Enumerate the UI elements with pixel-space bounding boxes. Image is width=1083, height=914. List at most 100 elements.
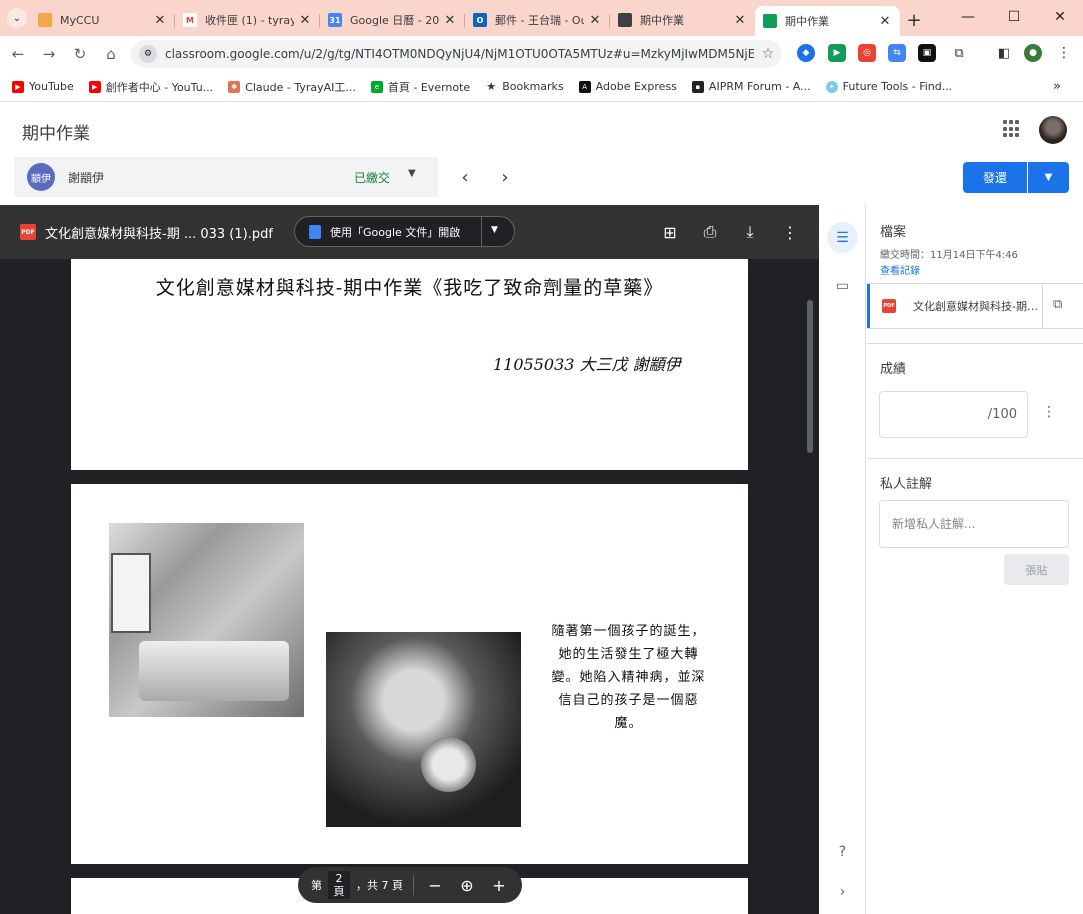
reload-icon[interactable]: ↻	[67, 41, 93, 67]
attached-file[interactable]: PDF 文化創意媒材與科技-期中作業 ⧉	[867, 283, 1083, 329]
download-icon[interactable]: ⤓	[739, 221, 761, 243]
bookmark-bookmarks[interactable]: ★ Bookmarks	[485, 80, 564, 93]
chevron-down-icon[interactable]: ▼	[408, 168, 416, 179]
close-icon[interactable]: ✕	[588, 13, 602, 28]
google-docs-icon	[309, 224, 321, 239]
extensions-puzzle-icon[interactable]: ⧉	[950, 44, 968, 62]
extension-icon[interactable]: ◎	[858, 44, 876, 62]
url-text[interactable]: classroom.google.com/u/2/g/tg/NTI4OTM0ND…	[165, 47, 754, 61]
grade-denominator: /100	[987, 407, 1017, 422]
evernote-icon: e	[370, 80, 383, 93]
attached-file-name: 文化創意媒材與科技-期中作業	[913, 300, 1038, 313]
calendar-icon: 31	[328, 13, 342, 27]
submitted-time: 繳交時間：11月14日下午4:46	[880, 250, 1018, 261]
window-close-icon[interactable]: ✕	[1037, 0, 1083, 34]
bookmark-creator-studio[interactable]: ▶ 創作者中心 - YouTu...	[88, 79, 213, 95]
more-options-icon[interactable]: ⋮	[779, 221, 801, 243]
document-author: 11055033 大三戊 謝顓伊	[493, 355, 681, 374]
tab-assignment[interactable]: 期中作業 ✕	[610, 6, 755, 34]
bookmark-future-tools[interactable]: ✦ Future Tools - Find...	[825, 80, 952, 93]
pdf-icon: PDF	[20, 224, 36, 240]
details-icon[interactable]: ☰	[827, 222, 858, 253]
student-selector[interactable]: 顓伊 謝顓伊 已繳交 ▼	[14, 157, 438, 197]
close-icon[interactable]: ✕	[733, 13, 747, 28]
pdf-viewer: PDF 文化創意媒材與科技-期 ... 033 (1).pdf 使用「Googl…	[0, 205, 819, 914]
tab-calendar[interactable]: 31 Google 日曆 - 202 ✕	[320, 6, 465, 34]
side-panel-icon[interactable]: ◧	[995, 44, 1013, 62]
future-tools-icon: ✦	[825, 80, 838, 93]
close-icon[interactable]: ✕	[878, 14, 892, 29]
tab-strip: ⌄ MyCCU ✕ M 收件匣 (1) - tyrayv ✕ 31 Google…	[0, 0, 1083, 36]
forward-icon[interactable]: →	[36, 41, 62, 67]
open-with-docs-button[interactable]: 使用「Google 文件」開啟 ▼	[294, 216, 515, 247]
site-info-icon[interactable]: ⚙	[139, 45, 157, 63]
address-bar[interactable]: ⚙ classroom.google.com/u/2/g/tg/NTI4OTM0…	[131, 40, 782, 68]
student-name: 謝顓伊	[68, 170, 105, 185]
close-icon[interactable]: ✕	[443, 13, 457, 28]
mother-and-baby-illustration	[326, 632, 521, 827]
bookmark-claude[interactable]: ✱ Claude - TyrayAI工...	[228, 79, 356, 95]
back-icon[interactable]: ←	[5, 41, 31, 67]
next-student-icon[interactable]: ›	[493, 165, 517, 189]
avatar[interactable]	[1039, 116, 1067, 144]
zoom-out-icon[interactable]: −	[424, 876, 446, 895]
bookmark-evernote[interactable]: e 首頁 - Evernote	[370, 79, 470, 95]
open-in-new-icon[interactable]: ⧉	[1053, 297, 1062, 312]
extension-icon[interactable]: ◆	[797, 44, 815, 62]
close-icon[interactable]: ✕	[153, 13, 167, 28]
add-comment-icon[interactable]: ⊞	[659, 221, 681, 243]
grade-options-icon[interactable]: ⋮	[1042, 404, 1056, 420]
more-bookmarks-icon[interactable]: »	[1053, 79, 1061, 94]
chevron-down-icon[interactable]: ▼	[491, 225, 498, 235]
view-history-link[interactable]: 查看記錄	[880, 262, 920, 277]
private-comment-heading: 私人註解	[880, 477, 933, 492]
page-caption: 隨著第一個孩子的誕生，她的生活發生了極大轉變。她陷入精神病，並深信自己的孩子是一…	[551, 624, 706, 731]
bookmarks-bar: ▶ YouTube ▶ 創作者中心 - YouTu... ✱ Claude - Tyr…	[0, 72, 1083, 102]
page-number-input[interactable]: 2 頁	[328, 871, 350, 899]
extension-icon[interactable]: ▣	[918, 44, 936, 62]
apps-grid-icon[interactable]	[1003, 120, 1021, 138]
window-controls: — ☐ ✕	[945, 0, 1083, 34]
bookmark-aiprm[interactable]: ▪ AIPRM Forum - A...	[691, 80, 811, 93]
page-total: ，共 7 頁	[356, 879, 403, 892]
private-comment-input[interactable]: 新增私人註解...	[879, 500, 1069, 548]
help-icon[interactable]: ?	[827, 836, 858, 867]
tab-assignment-active[interactable]: 期中作業 ✕	[755, 6, 900, 36]
tab-title: MyCCU	[60, 13, 100, 27]
app-header: 期中作業	[0, 103, 1083, 158]
minimize-icon[interactable]: —	[945, 0, 991, 34]
viewer-toolbar: PDF 文化創意媒材與科技-期 ... 033 (1).pdf 使用「Googl…	[0, 205, 819, 259]
tab-search-button[interactable]: ⌄	[7, 8, 27, 28]
comments-icon[interactable]: ▭	[827, 270, 858, 301]
tab-outlook[interactable]: O 郵件 - 王台瑞 - Ou ✕	[465, 6, 610, 34]
extension-icon[interactable]: ⇆	[888, 44, 906, 62]
return-button[interactable]: 發還	[963, 162, 1027, 193]
youtube-icon: ▶	[12, 80, 24, 93]
star-icon: ★	[485, 80, 498, 93]
maximize-icon[interactable]: ☐	[991, 0, 1037, 34]
menu-kebab-icon[interactable]: ⋮	[1055, 44, 1073, 62]
extension-icon[interactable]: ▶	[828, 44, 846, 62]
bookmark-adobe-express[interactable]: A Adobe Express	[578, 80, 677, 93]
home-icon[interactable]: ⌂	[98, 41, 124, 67]
zoom-fit-icon[interactable]: ⊕	[456, 876, 478, 895]
tab-myccu[interactable]: MyCCU ✕	[30, 6, 175, 34]
new-tab-button[interactable]: +	[900, 6, 928, 34]
bookmark-youtube[interactable]: ▶ YouTube	[12, 80, 74, 93]
previous-student-icon[interactable]: ‹	[453, 165, 477, 189]
return-options-icon[interactable]: ▼	[1028, 162, 1069, 193]
grade-input[interactable]: /100	[879, 391, 1028, 438]
bookmark-star-icon[interactable]: ☆	[754, 46, 782, 62]
print-icon[interactable]: ⎙	[699, 221, 721, 243]
pdf-page-2: 隨著第一個孩子的誕生，她的生活發生了極大轉變。她陷入精神病，並深信自己的孩子是一…	[71, 484, 748, 864]
classroom-icon	[618, 13, 632, 27]
scrollbar[interactable]	[807, 300, 813, 453]
close-icon[interactable]: ✕	[298, 13, 312, 28]
profile-icon[interactable]: ●	[1024, 44, 1042, 62]
slack-icon: ✱	[228, 80, 241, 93]
chevron-right-icon[interactable]: ›	[827, 876, 858, 907]
tab-gmail[interactable]: M 收件匣 (1) - tyrayv ✕	[175, 6, 320, 34]
post-button[interactable]: 張貼	[1004, 554, 1069, 585]
zoom-in-icon[interactable]: +	[488, 876, 510, 895]
tab-list: MyCCU ✕ M 收件匣 (1) - tyrayv ✕ 31 Google 日…	[30, 4, 928, 36]
